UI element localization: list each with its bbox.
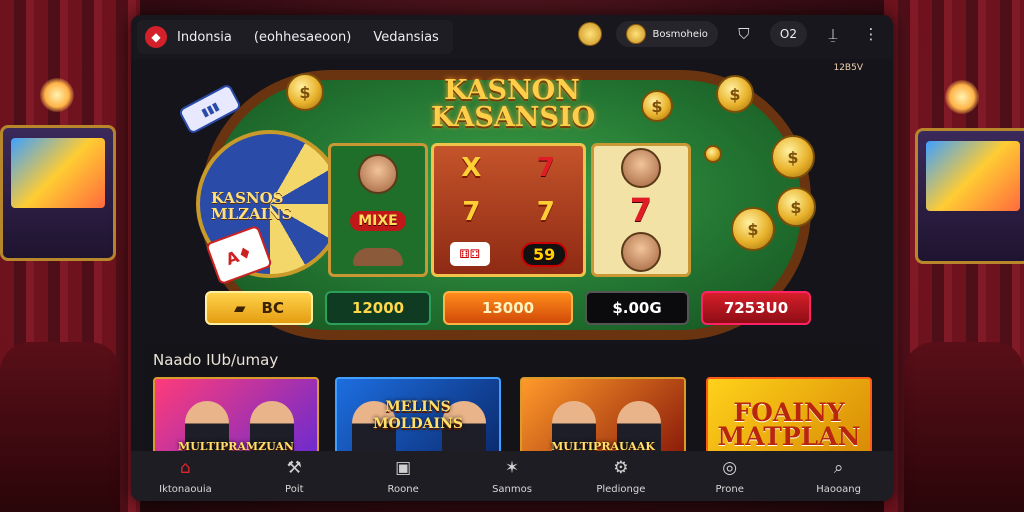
search-icon: ⌕: [833, 457, 844, 478]
coin-icon-3: $: [716, 75, 754, 113]
square-icon: ▣: [395, 457, 412, 478]
character-face-icon-2: [621, 232, 661, 273]
chair-right: [904, 342, 1024, 512]
lamp-left: [40, 78, 74, 112]
coin-icon-4: $: [771, 135, 815, 179]
vedansias-tab[interactable]: Vedansias: [373, 30, 438, 45]
nav-label-prone: Prone: [715, 483, 744, 495]
reel-center-top-1: X: [461, 153, 482, 184]
nav-label-pledionge: Pledionge: [596, 483, 646, 495]
character-icon: [358, 154, 398, 195]
game-tile-1[interactable]: MULTIPRAMZUAN: [153, 377, 319, 459]
chip-icon: ▰: [234, 299, 246, 317]
nav-label-home: Iktonaouia: [159, 483, 212, 495]
nav-label-poit: Poit: [285, 483, 304, 495]
reel-right-symbol: 7: [629, 190, 653, 229]
coin-icon-6: $: [731, 207, 775, 251]
game-tile-4-title: FOAINY MATPLAN: [708, 400, 870, 451]
game-tile-2-title: MELINS MOLDAINS: [373, 399, 463, 432]
wallet-coin-icon: [626, 24, 647, 44]
reel-right[interactable]: 7: [591, 143, 691, 277]
game-title: KASNON KASANSIO: [431, 75, 596, 133]
balance-label: Bosmoheio: [652, 28, 708, 40]
bet-button-1[interactable]: ▰ BC: [205, 291, 313, 325]
coin-icon-1: $: [286, 73, 324, 111]
chat-icon: ◎: [722, 457, 738, 478]
nav-label-haooang: Haooang: [816, 483, 861, 495]
reel-center-bottom: 59: [521, 241, 568, 267]
wheel-label-line1: KASNOS: [211, 189, 284, 207]
nav-label-sanmos: Sanmos: [492, 483, 532, 495]
coin-icon-5: $: [776, 187, 816, 227]
slot-machine-right: [915, 128, 1024, 264]
brand-logo-icon[interactable]: ◆: [145, 26, 167, 48]
bottom-nav: ⌂ Iktonaouia ⚒ Poit ▣ Roone ✶ Sanmos ⚙ P…: [131, 451, 893, 501]
nav-item-sanmos[interactable]: ✶ Sanmos: [458, 451, 567, 501]
balance-pill[interactable]: Bosmoheio: [616, 21, 718, 47]
wrench-icon: ⚒: [286, 457, 302, 478]
shield-icon[interactable]: ⛉: [732, 22, 756, 46]
nav-item-home[interactable]: ⌂ Iktonaouia: [131, 451, 240, 501]
games-section: Naado IUb/umay MULTIPRAMZUAN MELINS MOLD…: [145, 345, 879, 460]
game-tile-2[interactable]: MELINS MOLDAINS: [335, 377, 501, 459]
section-title: Naado IUb/umay: [153, 351, 279, 369]
bet-button-3[interactable]: 13000: [443, 291, 573, 325]
version-badge: 12B5V: [833, 63, 863, 73]
home-icon: ⌂: [180, 457, 191, 478]
chair-left: [0, 342, 120, 512]
download-icon[interactable]: ⍊: [821, 22, 845, 46]
more-icon[interactable]: ⋮: [859, 22, 883, 46]
star-person-icon: ✶: [504, 457, 520, 478]
nav-item-pledionge[interactable]: ⚙ Pledionge: [566, 451, 675, 501]
dice-icon: ⚅⚃: [449, 242, 490, 267]
wheel-label-line2: MLZAINS: [211, 205, 293, 223]
character-face-icon: [621, 147, 661, 188]
bet-button-5[interactable]: 7253U0: [701, 291, 811, 325]
game-title-line2: KASANSIO: [431, 102, 596, 133]
top-bar: ◆ Indonsia (eohhesaeoon) Vedansias Bosmo…: [131, 15, 893, 59]
lamp-right: [945, 80, 979, 114]
bet-button-4[interactable]: $.00G: [585, 291, 689, 325]
nav-item-prone[interactable]: ◎ Prone: [675, 451, 784, 501]
hat-icon: [353, 247, 403, 266]
coin-icon[interactable]: [578, 22, 603, 46]
bet-button-1-label: BC: [261, 299, 284, 317]
reel-center-mid-2: 7: [536, 197, 555, 228]
casino-app-window: ◆ Indonsia (eohhesaeoon) Vedansias Bosmo…: [131, 15, 893, 501]
counter-value: O2: [779, 27, 797, 41]
header-actions: Bosmoheio ⛉ O2 ⍊ ⋮: [578, 21, 883, 47]
wheel-label: KASNOS MLZAINS: [211, 190, 292, 222]
game-title-line1: KASNON: [444, 75, 580, 106]
nav-item-haooang[interactable]: ⌕ Haooang: [784, 451, 893, 501]
counter-pill[interactable]: O2: [769, 21, 807, 47]
game-tile-4[interactable]: FOAINY MATPLAN: [706, 377, 872, 459]
coin-icon-7: [704, 145, 722, 163]
reel-center-mid-1: 7: [462, 197, 481, 228]
slot-machine-left: [0, 125, 116, 261]
reel-center[interactable]: X 7 7 7 ⚅⚃ 59: [431, 143, 586, 277]
nav-item-poit[interactable]: ⚒ Poit: [240, 451, 349, 501]
reel-left-symbol: MIXE: [350, 210, 406, 231]
bet-button-2[interactable]: 12000: [325, 291, 431, 325]
nav-label-roone: Roone: [387, 483, 419, 495]
game-tile-3[interactable]: MULTIPRAUAAK: [520, 377, 686, 459]
coin-icon-2: $: [641, 90, 673, 122]
reel-left[interactable]: MIXE: [328, 143, 428, 277]
tagline-tab[interactable]: (eohhesaeoon): [254, 30, 351, 45]
region-tab[interactable]: Indonsia: [177, 30, 232, 45]
game-tile-4-title-line2: MATPLAN: [717, 422, 861, 451]
reel-center-top-2: 7: [536, 153, 555, 184]
header-tabs: ◆ Indonsia (eohhesaeoon) Vedansias: [137, 20, 453, 54]
nav-item-roone[interactable]: ▣ Roone: [349, 451, 458, 501]
gear-icon: ⚙: [613, 457, 629, 478]
